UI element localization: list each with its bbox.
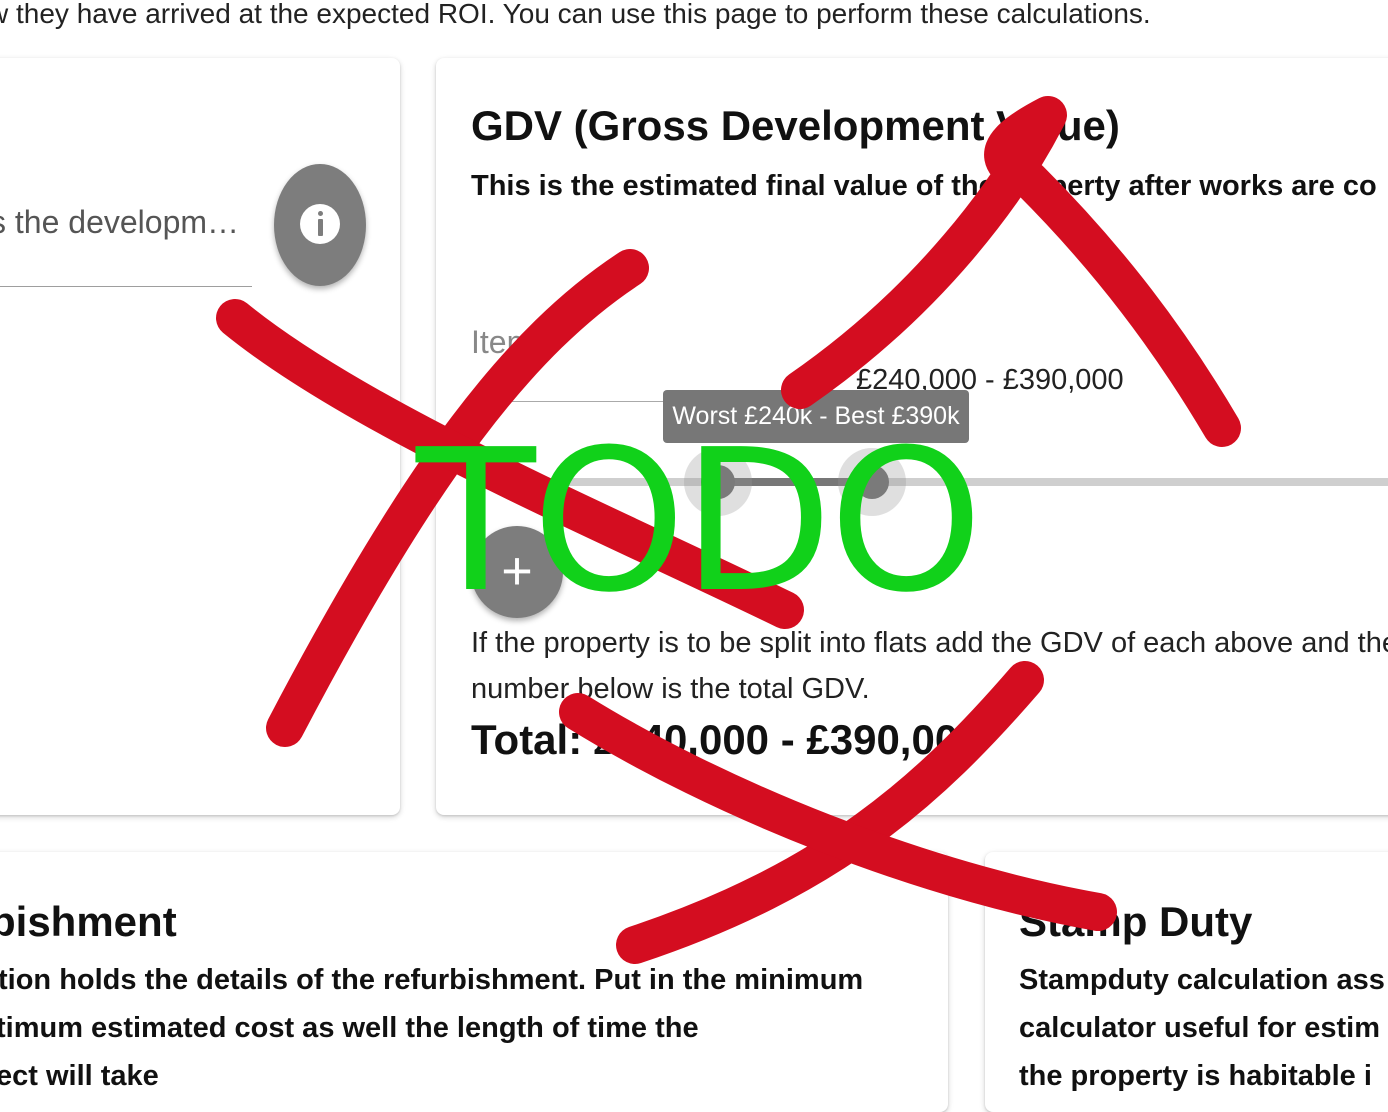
description-input-value: s the development...: [0, 204, 252, 240]
info-icon: [300, 204, 340, 244]
gdv-card: GDV (Gross Development Value) This is th…: [436, 58, 1388, 815]
info-button[interactable]: [274, 164, 366, 286]
stamp-duty-description-line-1: Stampduty calculation ass: [1019, 964, 1385, 996]
add-icon: +: [501, 541, 533, 601]
intro-text: w they have arrived at the expected ROI.…: [0, 0, 1151, 29]
gdv-note: If the property is to be split into flat…: [471, 627, 1388, 705]
refurbishment-description-line-3: ect will take: [0, 1060, 159, 1092]
stamp-duty-card: Stamp Duty Stampduty calculation ass cal…: [985, 852, 1388, 1112]
gdv-title: GDV (Gross Development Value): [471, 102, 1120, 149]
refurbishment-description-line-2: timum estimated cost as well the length …: [0, 1012, 699, 1044]
item-name-input[interactable]: Item: [471, 324, 533, 361]
gdv-total: Total: £240,000 - £390,000: [471, 716, 982, 763]
stamp-duty-title: Stamp Duty: [1019, 898, 1253, 945]
best-value-thumb[interactable]: [855, 465, 889, 499]
range-slider-track[interactable]: [471, 478, 1388, 486]
slider-tooltip: Worst £240k - Best £390k: [663, 390, 969, 443]
add-item-button[interactable]: +: [471, 526, 563, 618]
stamp-duty-description-line-3: the property is habitable i: [1019, 1060, 1372, 1092]
refurbishment-title: bishment: [0, 898, 177, 945]
stamp-duty-description-line-2: calculator useful for estim: [1019, 1012, 1380, 1044]
gdv-description: This is the estimated final value of the…: [471, 170, 1377, 202]
left-card: n s the development...: [0, 58, 400, 815]
worst-value-thumb[interactable]: [701, 465, 735, 499]
refurbishment-card: bishment tion holds the details of the r…: [0, 852, 948, 1112]
refurbishment-description-line-1: tion holds the details of the refurbishm…: [0, 964, 864, 996]
